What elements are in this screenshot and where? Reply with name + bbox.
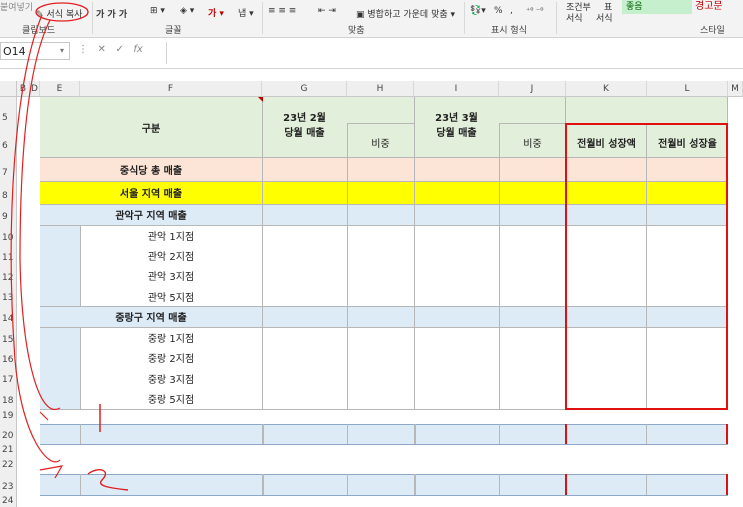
annotation-mark-2 — [87, 469, 129, 491]
annotation-circle — [35, 2, 89, 22]
annotation-arrow-2 — [10, 14, 64, 479]
annotation-overlay — [10, 2, 129, 491]
annotation-arrow-1 — [19, 19, 61, 421]
